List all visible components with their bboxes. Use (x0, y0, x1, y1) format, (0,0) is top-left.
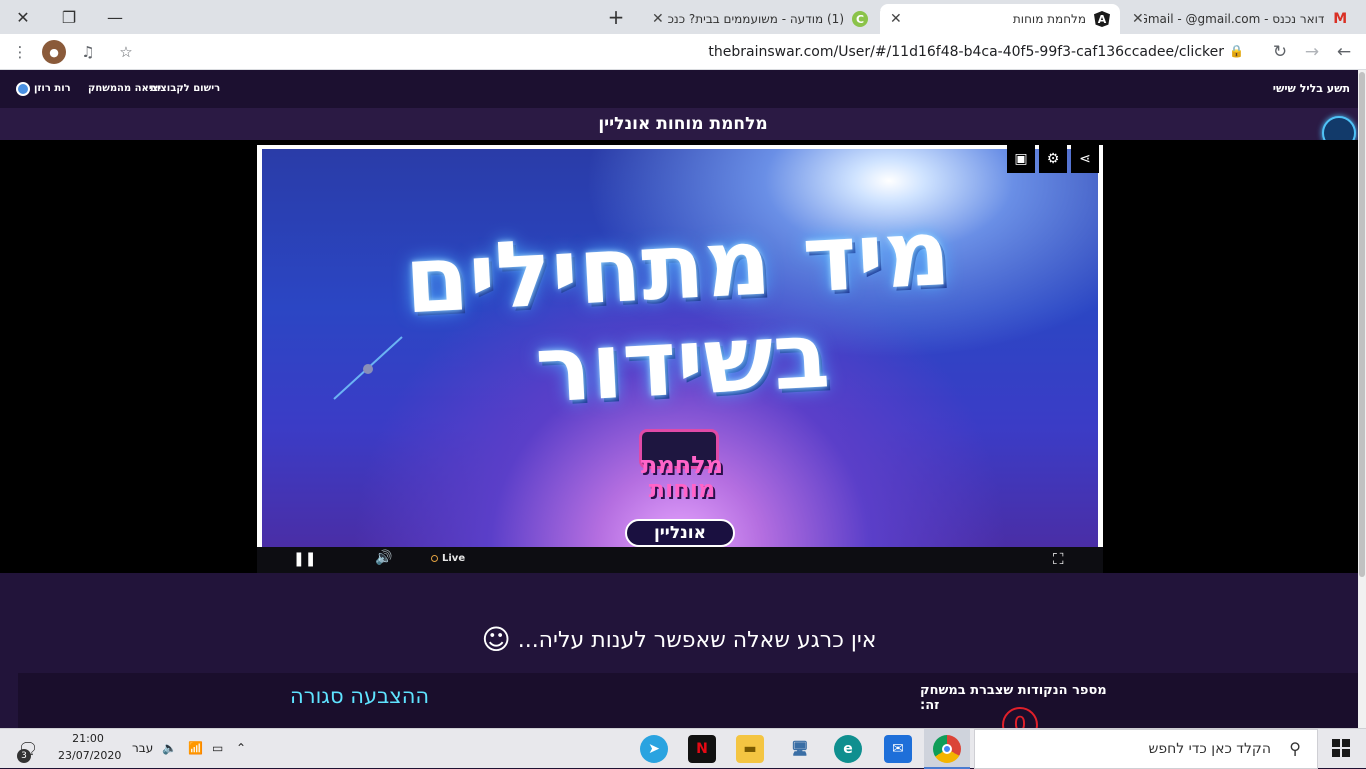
tab-close-icon[interactable]: ✕ (1132, 11, 1144, 27)
telegram-icon[interactable]: ➤ (640, 735, 668, 763)
notification-count: 3 (17, 749, 31, 763)
star-icon[interactable]: ☆ (114, 40, 138, 64)
pause-icon[interactable]: ❚❚ (293, 551, 316, 567)
network-icon[interactable]: 📶 (188, 741, 203, 755)
site-header: רות רוזן יציאה מהמשחק רישום לקבוצות תשע … (0, 70, 1366, 108)
user-name[interactable]: רות רוזן (34, 83, 71, 94)
fullscreen-icon[interactable]: ⛶ (1053, 550, 1064, 568)
computer-icon[interactable]: 🖥 (786, 735, 814, 763)
video-player[interactable]: מיד מתחילים בשידור מלחמת מוחות אונליין ▣… (257, 145, 1103, 573)
lock-icon[interactable]: 🔒 (1229, 44, 1244, 58)
angular-icon: A (1094, 11, 1110, 27)
chevron-up-icon[interactable]: ⌃ (236, 741, 246, 755)
browser-toolbar: ⋮ ● ♫ ☆ ⚲ ⚷ thebrainswar.com/User/#/11d1… (0, 34, 1366, 70)
live-dot-icon (431, 555, 438, 562)
forward-icon[interactable]: → (1300, 40, 1324, 64)
tab-close-icon[interactable]: ✕ (890, 11, 902, 27)
gmail-icon: M (1333, 11, 1348, 27)
no-question-message: אין כרגע שאלה שאפשר לענות עליה... ☺ (481, 623, 877, 656)
address-bar[interactable]: thebrainswar.com/User/#/11d16f48-b4ca-40… (140, 38, 1258, 66)
url-text: thebrainswar.com/User/#/11d16f48-b4ca-40… (708, 44, 1224, 60)
minimize-window-icon[interactable]: — (92, 0, 138, 34)
show-name: תשע בליל שישי (1272, 82, 1350, 95)
tab-close-icon[interactable]: ✕ (652, 11, 664, 27)
windows-start-icon[interactable] (1332, 739, 1350, 757)
logo-text: מלחמת מוחות (640, 451, 724, 503)
battery-icon[interactable]: ▭ (212, 741, 223, 755)
browser-tab-strip: ✕ ❐ — + C (1) מודעה - משועממים בבית? כנכ… (0, 0, 1366, 34)
logo-online-badge: אונליין (625, 519, 735, 547)
tab-brainswar[interactable]: A מלחמת מוחות ✕ (880, 4, 1120, 34)
chrome-icon[interactable] (933, 735, 961, 763)
restore-window-icon[interactable]: ❐ (46, 0, 92, 34)
video-controls: ❚❚ 🔊 Live ⛶ (257, 547, 1103, 573)
windows-taskbar: 🗨 3 21:00 23/07/2020 עבר 🔈 📶 ▭ ⌃ ➤ N ▬ 🖥… (0, 728, 1366, 769)
volume-icon[interactable]: 🔊 (375, 550, 392, 566)
edge-icon[interactable]: e (834, 735, 862, 763)
share-icon[interactable]: ⋖ (1071, 145, 1099, 173)
search-icon: ⚲ (1289, 739, 1301, 758)
file-explorer-icon[interactable]: ▬ (736, 735, 764, 763)
page-title: מלחמת מוחות אונליין (598, 114, 768, 134)
show-logo: מלחמת מוחות אונליין (617, 429, 747, 547)
netflix-icon[interactable]: N (688, 735, 716, 763)
search-placeholder: הקלד כאן כדי לחפש (1148, 741, 1271, 757)
reload-icon[interactable]: ↻ (1268, 40, 1292, 64)
new-tab-icon[interactable]: + (596, 0, 636, 34)
video-screen[interactable]: מיד מתחילים בשידור מלחמת מוחות אונליין (262, 149, 1098, 547)
close-window-icon[interactable]: ✕ (0, 0, 46, 34)
taskbar-search-box[interactable]: הקלד כאן כדי לחפש ⚲ (974, 729, 1318, 769)
avatar[interactable]: ● (42, 40, 66, 64)
settings-icon[interactable]: ⚙ (1039, 145, 1067, 173)
mail-icon[interactable]: ✉ (884, 735, 912, 763)
back-icon[interactable]: ← (1332, 40, 1356, 64)
team-register-link[interactable]: רישום לקבוצות (150, 83, 220, 94)
game-area: אין כרגע שאלה שאפשר לענות עליה... ☺ ההצב… (0, 573, 1358, 743)
media-control-icon[interactable]: ♫ (76, 40, 100, 64)
page-scrollbar[interactable] (1358, 70, 1366, 728)
tab-ad[interactable]: C (1) מודעה - משועממים בבית? כנכ ✕ (642, 4, 878, 34)
smiley-icon: ☺ (481, 623, 511, 656)
globe-icon (16, 82, 30, 96)
vote-status: ההצבעה סגורה (290, 684, 430, 708)
video-headline: מיד מתחילים בשידור (401, 198, 954, 424)
language-indicator[interactable]: עבר (132, 741, 153, 755)
title-bar: מלחמת מוחות אונליין (0, 108, 1366, 150)
live-indicator: Live (431, 553, 465, 564)
clock-time[interactable]: 21:00 (60, 732, 116, 745)
score-panel (18, 673, 1358, 728)
clock-date[interactable]: 23/07/2020 (58, 749, 121, 762)
picture-in-picture-icon[interactable]: ▣ (1007, 145, 1035, 173)
app-icon: C (852, 11, 868, 27)
volume-tray-icon[interactable]: 🔈 (162, 741, 177, 755)
scrollbar-thumb[interactable] (1359, 72, 1365, 577)
tab-gmail[interactable]: M דואר נכנס - Gmail - @gmail.com ✕ (1122, 4, 1358, 34)
menu-icon[interactable]: ⋮ (8, 40, 32, 64)
